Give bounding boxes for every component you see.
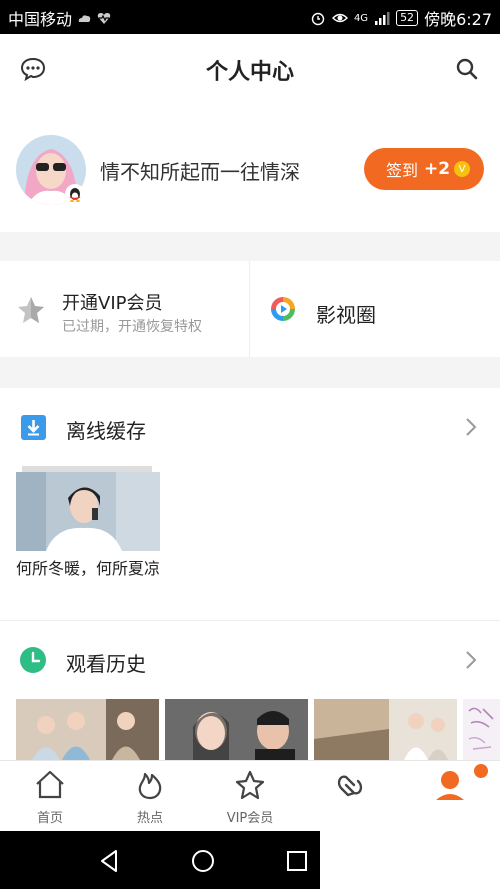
- history-thumbnail-image: [165, 699, 308, 760]
- tab-hot-label: 热点: [136, 811, 163, 826]
- signal-icon: [375, 12, 390, 25]
- tab-circle[interactable]: [300, 761, 400, 831]
- qq-badge: [65, 184, 85, 204]
- home-nav-icon[interactable]: [189, 847, 217, 875]
- profile-icon: [436, 771, 464, 800]
- video-circle-entry[interactable]: 影视圈: [250, 261, 500, 357]
- tab-home[interactable]: 首页: [0, 761, 100, 831]
- tab-hot[interactable]: 热点: [100, 761, 200, 831]
- tab-home-label: 首页: [36, 811, 63, 826]
- cache-thumbnail-image: [16, 472, 160, 551]
- tab-vip-label: VIP会员: [226, 811, 274, 826]
- watch-history-section: 观看历史: [0, 621, 500, 760]
- system-nav-bar: [0, 831, 320, 889]
- profile-card[interactable]: 情不知所起而一往情深 签到 +2 V: [0, 104, 500, 232]
- download-icon: [21, 415, 46, 440]
- flame-icon: [138, 772, 162, 800]
- open-vip-entry[interactable]: 开通VIP会员 已过期，开通恢复特权: [0, 261, 249, 357]
- vip-subtitle: 已过期，开通恢复特权: [62, 319, 202, 335]
- checkin-label: 签到: [386, 161, 419, 180]
- offline-cache-header[interactable]: 离线缓存: [0, 388, 500, 468]
- home-icon: [36, 770, 64, 799]
- weather-icon: [78, 15, 91, 22]
- checkin-bonus: +2: [424, 159, 451, 179]
- eye-icon: [331, 13, 348, 23]
- offline-cache-section: 离线缓存 何所冬暖，何所夏凉: [0, 388, 500, 620]
- notification-dot: [474, 764, 488, 778]
- carrier-text: 中国移动: [8, 10, 73, 29]
- username: 情不知所起而一往情深: [100, 160, 300, 184]
- back-icon[interactable]: [96, 847, 124, 875]
- nav-bar-filler: [320, 831, 500, 889]
- clock-icon: [20, 647, 46, 673]
- vip-row: 开通VIP会员 已过期，开通恢复特权 影视圈: [0, 261, 500, 357]
- history-thumbnail[interactable]: [165, 699, 308, 760]
- bottom-tab-bar: 首页 热点 VIP会员: [0, 760, 500, 831]
- coin-icon: V: [454, 161, 471, 177]
- offline-cache-title: 离线缓存: [66, 419, 146, 443]
- history-thumbnail[interactable]: [16, 699, 159, 760]
- status-left: 中国移动: [8, 6, 112, 30]
- vip-title: 开通VIP会员: [62, 293, 163, 314]
- video-circle-title: 影视圈: [316, 303, 376, 327]
- watch-history-title: 观看历史: [66, 652, 146, 676]
- chevron-right-icon: [466, 418, 477, 436]
- header: 个人中心: [0, 34, 500, 104]
- heart-circle-icon: [337, 775, 363, 797]
- status-bar: 中国移动 4G 52 傍晚6:27: [0, 0, 500, 34]
- alarm-icon: [311, 12, 325, 26]
- history-thumbnail[interactable]: [463, 699, 500, 760]
- history-thumbnail-image: [314, 699, 457, 760]
- recents-icon[interactable]: [283, 847, 311, 875]
- network-type: 4G: [353, 12, 369, 24]
- vip-star-icon: [235, 770, 265, 800]
- watch-history-header[interactable]: 观看历史: [0, 621, 500, 701]
- battery-level: 52: [396, 10, 419, 26]
- history-thumbnail-image: [463, 699, 500, 760]
- health-icon: [97, 13, 111, 24]
- video-circle-icon: [271, 297, 295, 321]
- tab-vip[interactable]: VIP会员: [200, 761, 300, 831]
- cache-thumbnail[interactable]: [16, 472, 160, 551]
- history-thumbnail[interactable]: [314, 699, 457, 760]
- checkin-button[interactable]: 签到 +2 V: [364, 148, 484, 190]
- vip-star-icon: [18, 297, 44, 323]
- status-right: 4G 52 傍晚6:27: [310, 6, 492, 30]
- clock-text: 傍晚6:27: [424, 10, 492, 29]
- page-title: 个人中心: [205, 60, 294, 85]
- personal-center-screen: 个人中心 情不知所起而一往情深 签到 +2 V 开通VIP会员 已过期，开通恢复…: [0, 34, 500, 831]
- history-thumbnail-image: [16, 699, 159, 760]
- search-button[interactable]: [452, 54, 482, 84]
- cache-item-title[interactable]: 何所冬暖，何所夏凉: [16, 558, 166, 579]
- search-icon: [456, 58, 478, 80]
- chevron-right-icon: [466, 651, 477, 669]
- qq-penguin-icon: [69, 188, 81, 202]
